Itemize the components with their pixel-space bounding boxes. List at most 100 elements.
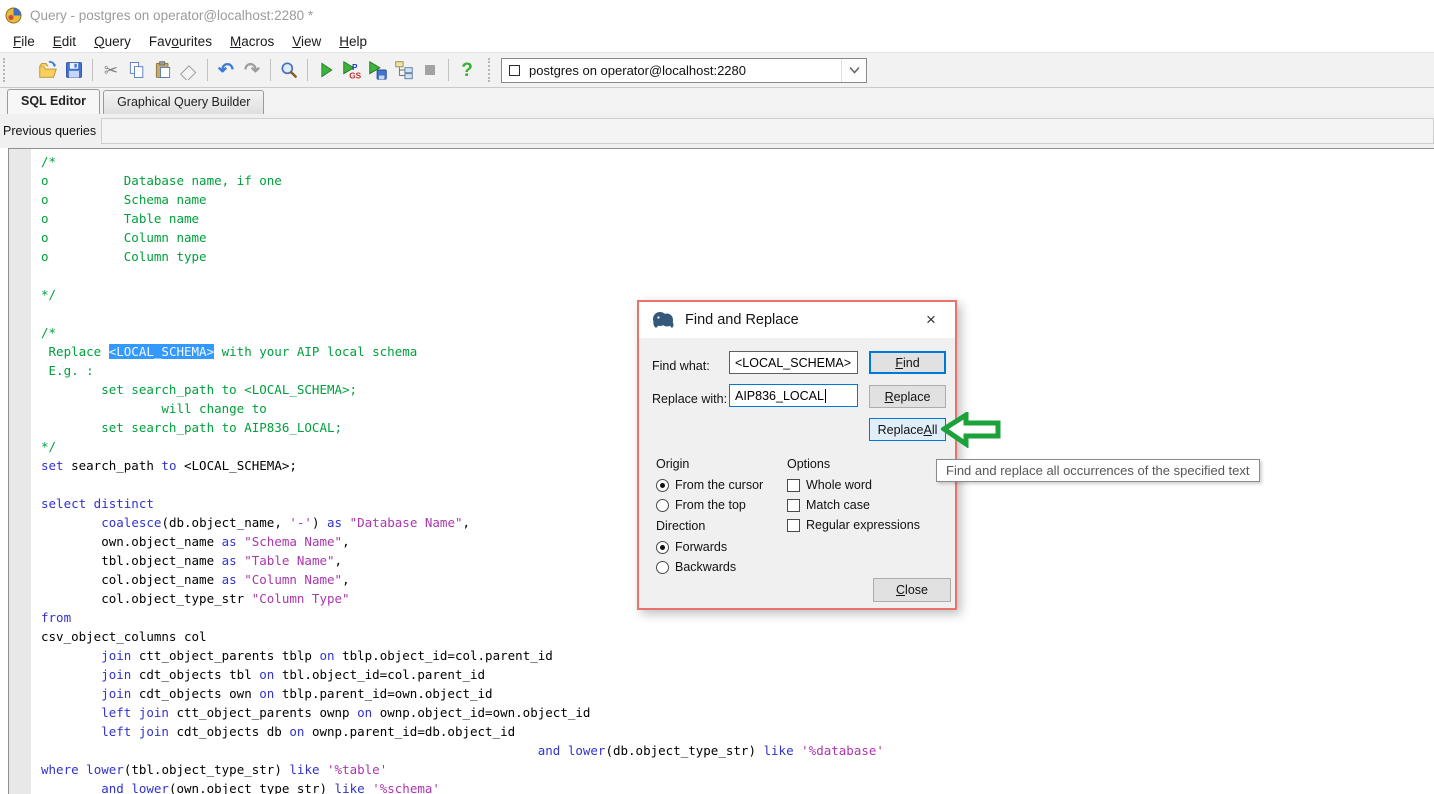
radio-label: From the cursor (675, 478, 764, 492)
redo-icon: ↷ (244, 59, 260, 81)
code-line[interactable]: o Database name, if one (41, 171, 1434, 190)
radio-label: Forwards (675, 540, 728, 554)
help-button[interactable]: ? (454, 57, 480, 83)
code-line[interactable]: left join cdt_objects db on ownp.parent_… (41, 722, 1434, 741)
find-what-label: Find what: (652, 359, 710, 373)
replace-button[interactable]: Replace (869, 385, 946, 408)
menu-macros[interactable]: Macros (221, 32, 283, 51)
find-button[interactable]: Find (869, 351, 946, 374)
cancel-query-button[interactable] (417, 57, 443, 83)
connection-status-icon (509, 64, 520, 76)
radio-forwards[interactable]: Forwards (656, 537, 736, 557)
connection-label: postgres on operator@localhost:2280 (529, 62, 747, 78)
open-file-button[interactable] (35, 57, 61, 83)
radio-backwards[interactable]: Backwards (656, 557, 736, 577)
code-line[interactable] (41, 266, 1434, 285)
radio-label: From the top (675, 498, 746, 512)
paste-icon (155, 61, 171, 78)
find-what-input[interactable]: <LOCAL_SCHEMA> (729, 351, 858, 374)
origin-radio-group: From the cursor From the top (656, 475, 763, 515)
direction-group-label: Direction (656, 519, 706, 533)
checkbox-label: Regular expressions (806, 518, 920, 532)
connection-chevron[interactable] (841, 58, 866, 82)
checkbox-icon[interactable] (787, 518, 800, 532)
explain-query-button[interactable] (391, 57, 417, 83)
dialog-title: Find and Replace (685, 312, 799, 328)
redo-button[interactable]: ↷ (239, 57, 265, 83)
radio-icon[interactable] (656, 478, 669, 492)
find-replace-button[interactable] (276, 57, 302, 83)
code-line[interactable]: join cdt_objects own on tblp.parent_id=o… (41, 684, 1434, 703)
menu-edit[interactable]: Edit (44, 32, 85, 51)
eraser-icon (180, 65, 197, 80)
magnifier-icon (281, 62, 297, 78)
code-line[interactable]: o Table name (41, 209, 1434, 228)
svg-text:GS: GS (349, 71, 361, 80)
previous-queries-dropdown[interactable] (101, 118, 1434, 144)
code-line[interactable]: left join ctt_object_parents ownp on own… (41, 703, 1434, 722)
menu-view[interactable]: View (283, 32, 330, 51)
undo-button[interactable]: ↶ (213, 57, 239, 83)
paste-button[interactable] (150, 57, 176, 83)
editor-tabbar: SQL Editor Graphical Query Builder (0, 88, 1434, 114)
title-bar: Query - postgres on operator@localhost:2… (0, 0, 1434, 30)
checkbox-label: Match case (806, 498, 870, 512)
replace-with-input[interactable]: AIP836_LOCAL (729, 384, 858, 407)
execute-pgscript-button[interactable]: P GS (339, 57, 365, 83)
radio-icon[interactable] (656, 498, 669, 512)
code-line[interactable]: csv_object_columns col (41, 627, 1434, 646)
code-line[interactable]: and lower(own.object_type_str) like '%sc… (41, 779, 1434, 794)
code-line[interactable]: from (41, 608, 1434, 627)
tab-sql-editor[interactable]: SQL Editor (7, 89, 101, 114)
help-icon: ? (461, 59, 473, 81)
toolbar: ✂ ↶ ↷ P GS ? postgres on operator@localh… (0, 52, 1434, 88)
options-group-label: Options (787, 457, 831, 471)
code-line[interactable]: join cdt_objects tbl on tbl.object_id=co… (41, 665, 1434, 684)
execute-query-button[interactable] (313, 57, 339, 83)
radio-icon[interactable] (656, 560, 669, 574)
menu-file[interactable]: File (4, 32, 44, 51)
code-line[interactable]: o Column name (41, 228, 1434, 247)
menu-favourites[interactable]: Favourites (140, 32, 221, 51)
connection-dropdown[interactable]: postgres on operator@localhost:2280 (501, 57, 867, 83)
checkbox-match-case[interactable]: Match case (787, 495, 920, 515)
toolbar-grip[interactable] (3, 58, 8, 82)
menu-help[interactable]: Help (330, 32, 376, 51)
find-what-value: <LOCAL_SCHEMA> (735, 355, 852, 370)
cut-button[interactable]: ✂ (98, 57, 124, 83)
checkbox-icon[interactable] (787, 478, 800, 492)
previous-queries-row: Previous queries (0, 114, 1434, 148)
replace-all-button[interactable]: Replace All (869, 418, 946, 441)
code-line[interactable]: o Column type (41, 247, 1434, 266)
clear-window-button[interactable] (176, 57, 202, 83)
pgadmin-elephant-icon (653, 312, 674, 328)
checkbox-icon[interactable] (787, 498, 800, 512)
tab-graphical-query-builder[interactable]: Graphical Query Builder (103, 90, 265, 114)
radio-from-the-cursor[interactable]: From the cursor (656, 475, 763, 495)
copy-button[interactable] (124, 57, 150, 83)
menu-query[interactable]: Query (85, 32, 140, 51)
execute-to-file-button[interactable] (365, 57, 391, 83)
code-line[interactable]: join ctt_object_parents tblp on tblp.obj… (41, 646, 1434, 665)
code-line[interactable]: /* (41, 152, 1434, 171)
code-line[interactable]: o Schema name (41, 190, 1434, 209)
copy-icon (129, 62, 144, 78)
previous-queries-label: Previous queries (3, 124, 97, 138)
dialog-close-icon[interactable]: × (915, 302, 947, 338)
save-button[interactable] (61, 57, 87, 83)
close-button[interactable]: Close (873, 578, 951, 602)
chevron-down-icon (848, 66, 860, 74)
code-line[interactable]: where lower(tbl.object_type_str) like '%… (41, 760, 1434, 779)
green-arrow-annotation (941, 412, 1001, 448)
toolbar-grip-2[interactable] (488, 58, 493, 82)
open-folder-icon (39, 60, 57, 78)
dialog-titlebar[interactable]: Find and Replace × (639, 302, 955, 338)
code-line[interactable]: and lower(db.object_type_str) like '%dat… (41, 741, 1434, 760)
checkbox-whole-word[interactable]: Whole word (787, 475, 920, 495)
radio-from-the-top[interactable]: From the top (656, 495, 763, 515)
checkbox-regular-expressions[interactable]: Regular expressions (787, 515, 920, 535)
radio-icon[interactable] (656, 540, 669, 554)
replace-with-label: Replace with: (652, 392, 728, 406)
play-icon (321, 62, 333, 78)
save-floppy-icon (66, 62, 82, 78)
